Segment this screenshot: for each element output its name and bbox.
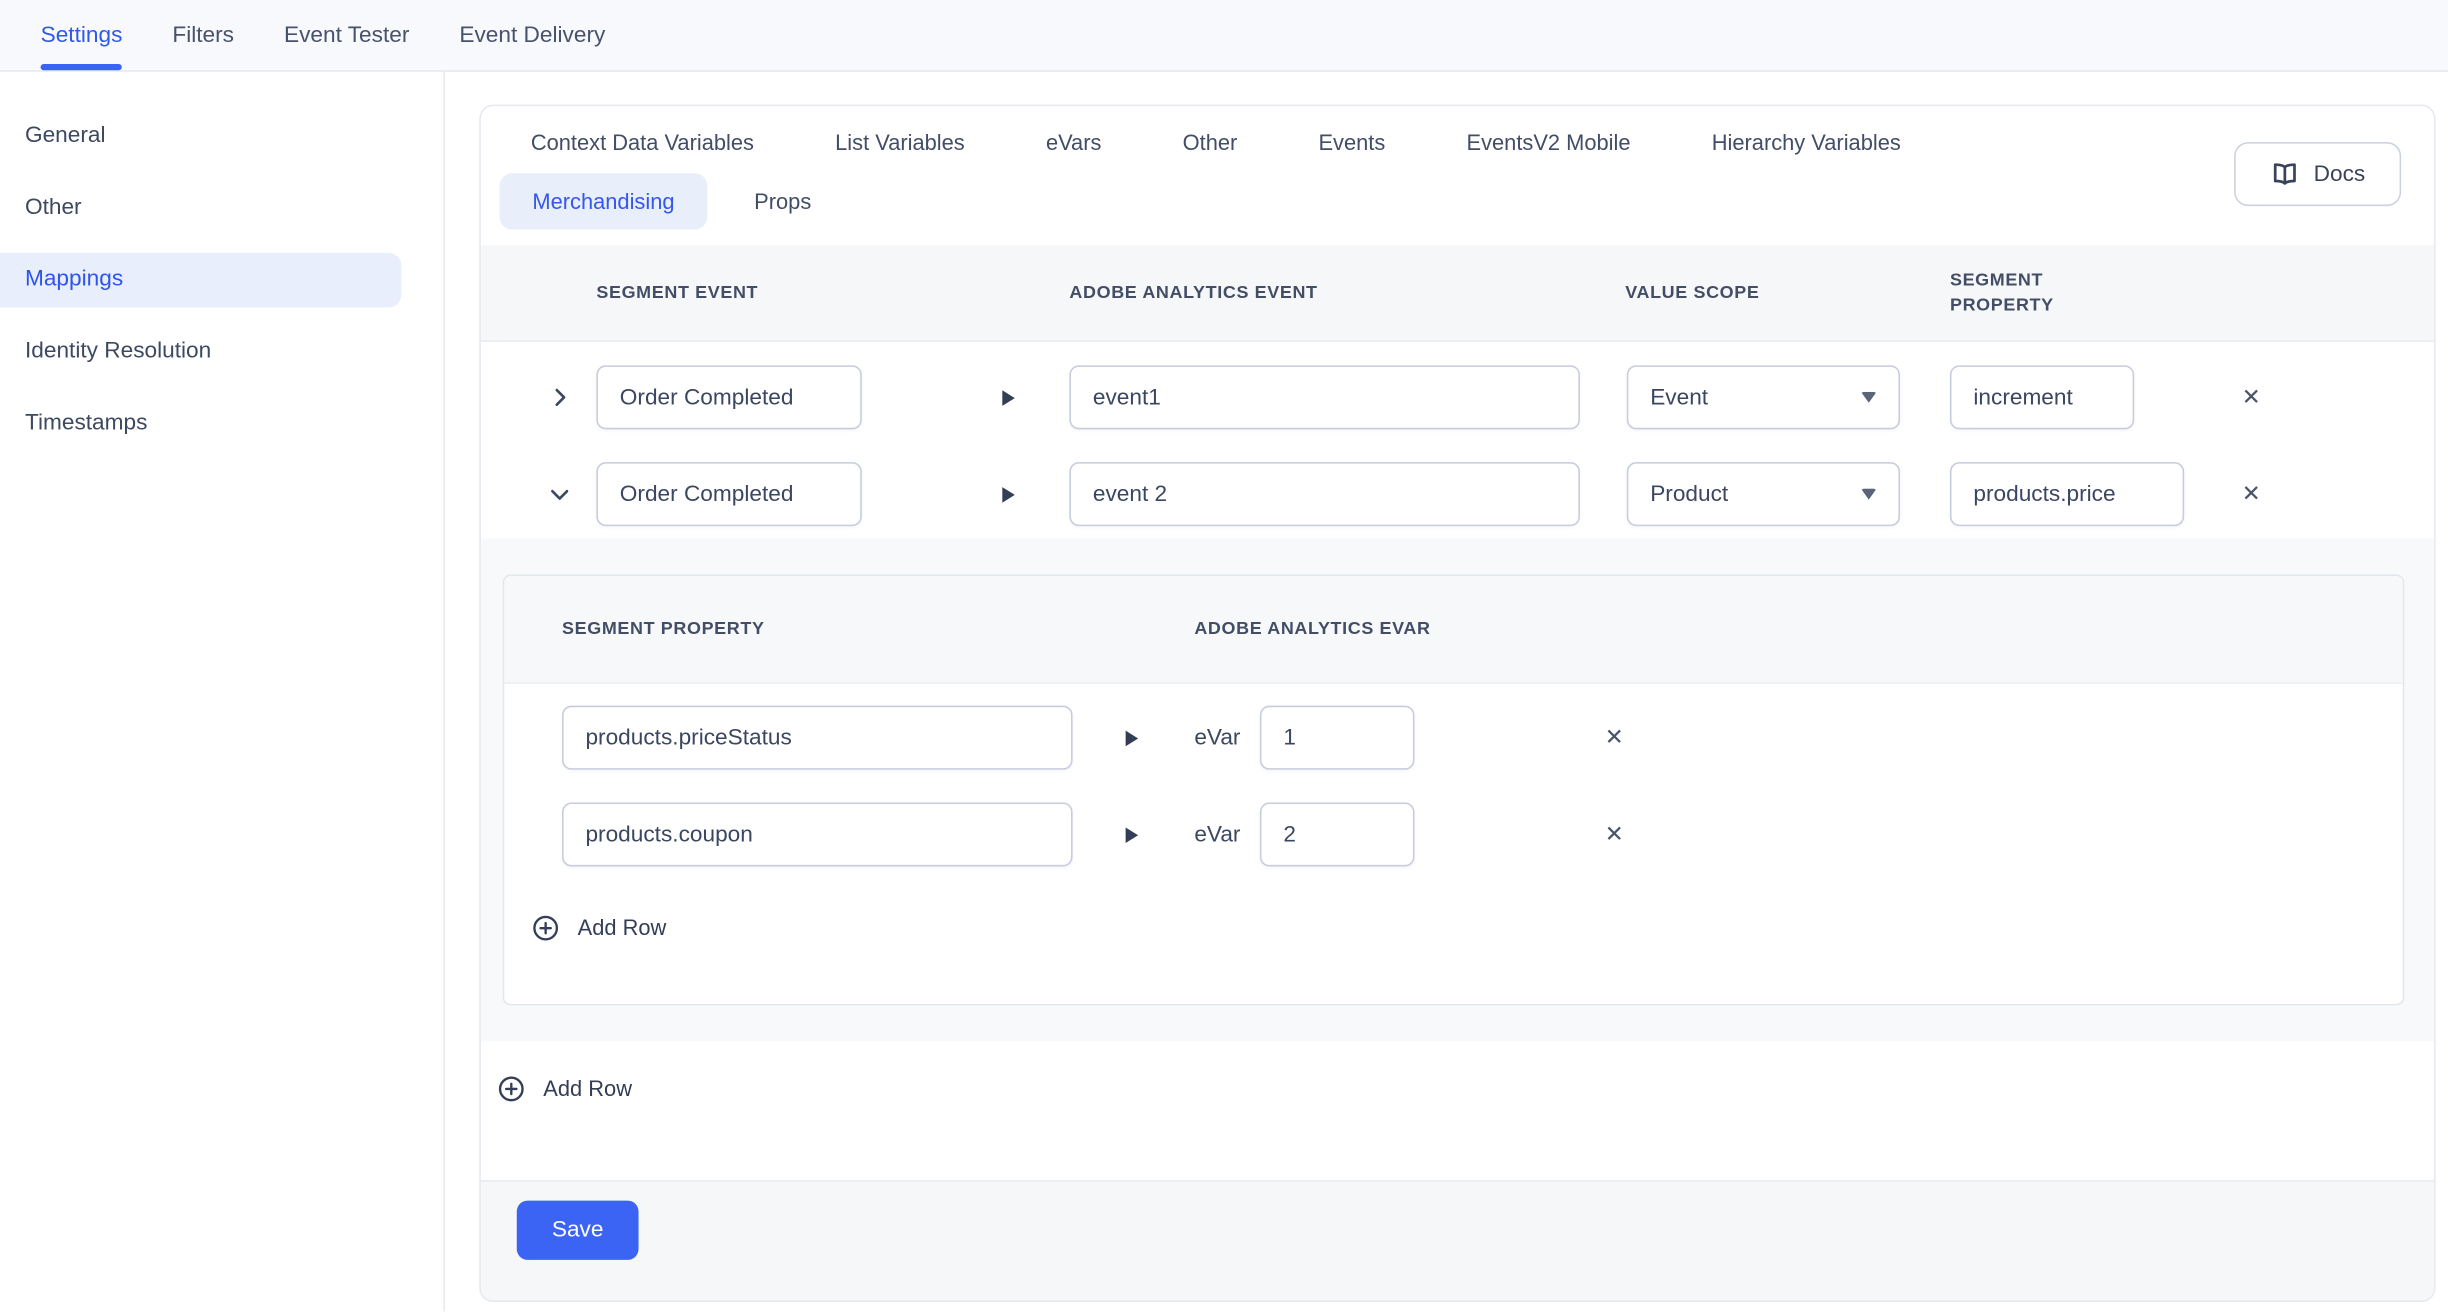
top-nav: Settings Filters Event Tester Event Deli… <box>0 0 2448 72</box>
tab-merchandising[interactable]: Merchandising <box>500 173 708 229</box>
value-scope-select[interactable]: Event <box>1627 365 1900 429</box>
sidebar-item-label: General <box>25 123 106 148</box>
add-row-button[interactable]: Add Row <box>498 1059 632 1118</box>
nested-property-input[interactable] <box>562 706 1073 770</box>
tab-list-variables[interactable]: List Variables <box>835 130 965 155</box>
tab-context-data-variables[interactable]: Context Data Variables <box>531 130 754 155</box>
tab-hierarchy-variables[interactable]: Hierarchy Variables <box>1712 130 1901 155</box>
tab-row-1: Context Data Variables List Variables eV… <box>531 130 1901 155</box>
value-scope-select[interactable]: Product <box>1627 462 1900 526</box>
segment-property-input[interactable] <box>1950 365 2134 429</box>
tab-events[interactable]: Events <box>1318 130 1385 155</box>
nav-tab-label: Event Delivery <box>459 23 605 48</box>
book-icon <box>2270 159 2300 189</box>
settings-sidebar: General Other Mappings Identity Resoluti… <box>0 72 445 1312</box>
nested-row: eVar ✕ <box>504 706 2402 770</box>
remove-nested-row-button[interactable]: ✕ <box>1592 716 1636 760</box>
table-header: Segment Event Adobe Analytics Event Valu… <box>481 245 2434 342</box>
remove-row-button[interactable]: ✕ <box>2229 472 2273 516</box>
plus-circle-icon <box>498 1075 525 1102</box>
segment-event-input[interactable] <box>596 365 861 429</box>
card-footer: Save <box>481 1180 2434 1300</box>
nav-tab-label: Filters <box>172 23 234 48</box>
column-header-adobe-analytics-evar: Adobe Analytics Evar <box>1194 617 1430 642</box>
tab-evars[interactable]: eVars <box>1046 130 1101 155</box>
add-nested-row-button[interactable]: Add Row <box>532 898 666 957</box>
column-header-segment-property: Segment Property <box>1950 268 2098 318</box>
value-scope-selected: Event <box>1650 385 1708 410</box>
triangle-right-icon <box>1002 390 1014 406</box>
expanded-row-section: Segment Property Adobe Analytics Evar eV… <box>481 539 2434 1042</box>
remove-row-button[interactable]: ✕ <box>2229 375 2273 419</box>
sidebar-item-label: Identity Resolution <box>25 339 211 364</box>
caret-down-icon <box>1861 489 1877 500</box>
tab-other[interactable]: Other <box>1183 130 1238 155</box>
mapping-row: Event ✕ <box>481 365 2434 429</box>
sidebar-item-other[interactable]: Other <box>0 172 443 244</box>
sidebar-item-timestamps[interactable]: Timestamps <box>0 387 443 459</box>
sidebar-item-identity-resolution[interactable]: Identity Resolution <box>0 315 443 387</box>
plus-circle-icon <box>532 914 559 941</box>
adobe-event-input[interactable] <box>1069 462 1580 526</box>
column-header-nested-segment-property: Segment Property <box>562 617 765 642</box>
add-row-label: Add Row <box>543 1076 632 1101</box>
nav-tab-filters[interactable]: Filters <box>172 0 234 70</box>
docs-button-label: Docs <box>2314 162 2366 187</box>
triangle-right-icon <box>1126 730 1138 746</box>
save-button[interactable]: Save <box>517 1201 639 1260</box>
mappings-panel: Context Data Variables List Variables eV… <box>479 105 2435 1302</box>
remove-nested-row-button[interactable]: ✕ <box>1592 813 1636 857</box>
column-header-adobe-analytics-event: Adobe Analytics Event <box>1069 280 1317 305</box>
sidebar-item-label: Other <box>25 195 82 220</box>
column-header-segment-event: Segment Event <box>596 280 758 305</box>
sidebar-item-label: Timestamps <box>25 411 147 436</box>
nav-tab-settings[interactable]: Settings <box>41 0 123 70</box>
sidebar-item-general[interactable]: General <box>0 100 443 172</box>
tab-props[interactable]: Props <box>754 189 811 214</box>
page: Settings Filters Event Tester Event Deli… <box>0 0 2448 1312</box>
nested-row: eVar ✕ <box>504 802 2402 866</box>
nav-tab-event-tester[interactable]: Event Tester <box>284 0 409 70</box>
caret-down-icon <box>1861 392 1877 403</box>
evar-label: eVar <box>1194 802 1240 866</box>
evar-number-input[interactable] <box>1260 802 1415 866</box>
chevron-down-icon[interactable] <box>545 480 573 508</box>
evar-label: eVar <box>1194 706 1240 770</box>
tab-row-2: Merchandising Props <box>500 173 812 229</box>
triangle-right-icon <box>1126 827 1138 843</box>
evar-number-input[interactable] <box>1260 706 1415 770</box>
triangle-right-icon <box>1002 486 1014 502</box>
nav-tab-event-delivery[interactable]: Event Delivery <box>459 0 605 70</box>
segment-property-input[interactable] <box>1950 462 2184 526</box>
adobe-event-input[interactable] <box>1069 365 1580 429</box>
nested-evar-table: Segment Property Adobe Analytics Evar eV… <box>503 575 2405 1006</box>
value-scope-selected: Product <box>1650 482 1728 507</box>
sidebar-item-mappings[interactable]: Mappings <box>0 244 443 316</box>
sidebar-item-label: Mappings <box>25 267 123 292</box>
column-header-value-scope: Value Scope <box>1625 280 1759 305</box>
segment-event-input[interactable] <box>596 462 861 526</box>
nav-tab-label: Settings <box>41 23 123 48</box>
nested-property-input[interactable] <box>562 802 1073 866</box>
tab-eventsv2-mobile[interactable]: EventsV2 Mobile <box>1466 130 1630 155</box>
mapping-tabs: Context Data Variables List Variables eV… <box>481 106 2434 245</box>
mapping-row: Product ✕ <box>481 462 2434 526</box>
nav-tab-label: Event Tester <box>284 23 409 48</box>
chevron-right-icon[interactable] <box>545 383 573 411</box>
docs-button[interactable]: Docs <box>2234 142 2401 206</box>
nested-table-header: Segment Property Adobe Analytics Evar <box>504 576 2402 684</box>
add-row-label: Add Row <box>578 915 667 940</box>
